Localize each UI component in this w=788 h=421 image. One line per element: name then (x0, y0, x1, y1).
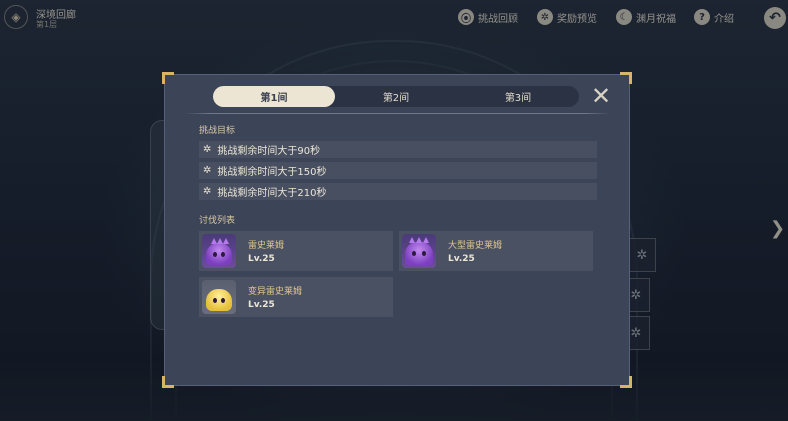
enemy-card[interactable]: 大型雷史莱姆 Lv.25 (399, 231, 593, 271)
close-icon: ✕ (590, 82, 612, 110)
frame-corner-icon (620, 72, 632, 84)
enemy-card[interactable]: 雷史莱姆 Lv.25 (199, 231, 393, 271)
frame-corner-icon (162, 376, 174, 388)
objective-item: ✲ 挑战剩余时间大于90秒 (199, 141, 597, 158)
chamber-detail-dialog: 第1间 第2间 第3间 ✕ 挑战目标 ✲ 挑战剩余时间大于90秒 ✲ 挑战剩余时… (162, 72, 632, 388)
objective-item: ✲ 挑战剩余时间大于150秒 (199, 162, 597, 179)
tab-chamber-1[interactable]: 第1间 (213, 86, 335, 107)
enemy-name: 大型雷史莱姆 (448, 241, 503, 251)
enemy-name: 雷史莱姆 (248, 241, 285, 251)
close-button[interactable]: ✕ (590, 82, 612, 110)
objective-text: 挑战剩余时间大于90秒 (217, 146, 321, 157)
objectives-heading: 挑战目标 (199, 126, 236, 136)
enemy-level: Lv.25 (448, 254, 475, 264)
enemy-list-heading: 讨伐列表 (199, 216, 236, 226)
star-icon: ✲ (203, 186, 212, 197)
objective-text: 挑战剩余时间大于210秒 (217, 188, 327, 199)
frame-corner-icon (620, 376, 632, 388)
enemy-card[interactable]: 变异雷史莱姆 Lv.25 (199, 277, 393, 317)
star-icon: ✲ (203, 165, 212, 176)
objective-text: 挑战剩余时间大于150秒 (217, 167, 327, 178)
enemy-level: Lv.25 (248, 254, 275, 264)
star-icon: ✲ (203, 144, 212, 155)
enemy-name: 变异雷史莱姆 (248, 287, 303, 297)
tab-chamber-3[interactable]: 第3间 (457, 86, 579, 107)
electro-slime-icon (202, 234, 236, 268)
objective-item: ✲ 挑战剩余时间大于210秒 (199, 183, 597, 200)
large-electro-slime-icon (402, 234, 436, 268)
enemy-level: Lv.25 (248, 300, 275, 310)
frame-corner-icon (162, 72, 174, 84)
chamber-tabs: 第1间 第2间 第3间 (213, 86, 579, 107)
mutant-electro-slime-icon (202, 280, 236, 314)
divider (185, 113, 611, 114)
tab-chamber-2[interactable]: 第2间 (335, 86, 457, 107)
